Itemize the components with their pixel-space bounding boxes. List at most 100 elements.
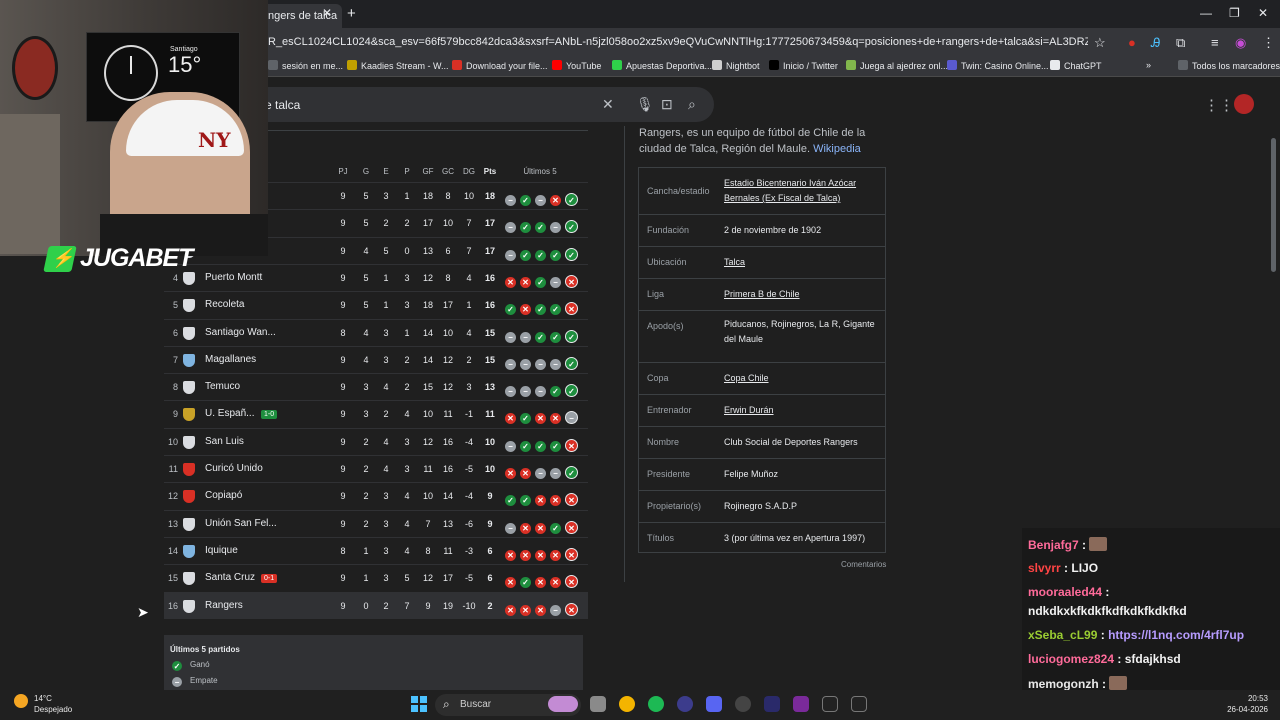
team-name[interactable]: Temuco [205, 381, 240, 392]
taskbar-weather-temp[interactable]: 14°C [34, 694, 52, 703]
menu-icon[interactable]: ⋮ [1262, 35, 1275, 51]
kp-fact-value[interactable]: Talca [724, 255, 884, 270]
window-close-icon[interactable]: ✕ [1258, 6, 1268, 20]
chat-username[interactable]: Benjafg7 [1028, 538, 1079, 552]
extensions-puzzle-icon[interactable]: ⧉ [1176, 35, 1185, 51]
form-result-loss-icon[interactable]: ✕ [565, 493, 578, 507]
form-result-draw-icon[interactable]: − [505, 440, 516, 452]
table-row[interactable]: 9 U. Españ... 1-0 9 3 2 4 10 11 -1 11 ✕ ✓ ✕ ✕ − [164, 400, 588, 427]
form-result-win-icon[interactable]: ✓ [550, 522, 561, 534]
page-scrollbar[interactable] [1271, 138, 1276, 272]
bookmark-item[interactable]: Kaadies Stream - W... [347, 60, 449, 71]
table-row[interactable]: 6 Santiago Wan... 8 4 3 1 14 10 4 15− − ✓ ✓ ✓ [164, 318, 588, 346]
team-name[interactable]: Rangers [205, 600, 243, 611]
form-result-draw-icon[interactable]: − [535, 468, 546, 479]
table-row[interactable]: 5 Recoleta 9 5 1 3 18 17 1 16 ✓ ✕ ✓ ✓ ✕ [164, 291, 588, 318]
form-result-loss-icon[interactable]: ✕ [565, 438, 578, 452]
form-result-draw-icon[interactable]: − [505, 249, 516, 261]
form-result-draw-icon[interactable]: − [550, 358, 561, 370]
form-result-win-icon[interactable]: ✓ [550, 440, 561, 452]
form-result-draw-icon[interactable]: − [505, 522, 516, 534]
kp-fact-value[interactable]: Estadio Bicentenario Iván Azócar Bernale… [724, 176, 884, 206]
table-row[interactable]: 8 Temuco 9 3 4 2 15 12 3 13− − − ✓ ✓ [164, 373, 588, 400]
form-result-loss-icon[interactable]: ✕ [520, 304, 531, 316]
form-result-loss-icon[interactable]: ✕ [550, 195, 561, 206]
form-result-draw-icon[interactable]: − [505, 195, 516, 206]
form-result-loss-icon[interactable]: ✕ [550, 549, 561, 561]
form-result-win-icon[interactable]: ✓ [520, 195, 531, 206]
form-result-loss-icon[interactable]: ✕ [505, 276, 516, 288]
table-row[interactable]: 13 Unión San Fel... 9 2 3 4 7 13 -6 9− ✕ ✕ ✓ ✕ [164, 509, 588, 537]
form-result-loss-icon[interactable]: ✕ [505, 549, 516, 561]
form-result-win-icon[interactable]: ✓ [535, 276, 546, 288]
form-result-draw-icon[interactable]: − [505, 386, 516, 398]
form-result-loss-icon[interactable]: ✕ [535, 549, 546, 561]
form-result-win-icon[interactable]: ✓ [550, 249, 561, 261]
form-result-win-icon[interactable]: ✓ [520, 222, 531, 234]
bookmark-item[interactable]: Juega al ajedrez onl... [846, 60, 948, 71]
bookmark-item[interactable]: Nightbot [712, 60, 760, 71]
form-result-draw-icon[interactable]: − [550, 222, 561, 234]
form-result-win-icon[interactable]: ✓ [565, 247, 578, 261]
form-result-win-icon[interactable]: ✓ [535, 440, 546, 452]
table-row[interactable]: 12 Copiapó 9 2 3 4 10 14 -4 9 ✓ ✓ ✕ ✕ ✕ [164, 482, 588, 509]
table-row[interactable]: 4 Puerto Montt 9 5 1 3 12 8 4 16 ✕ ✕ ✓ − ✕ [164, 263, 588, 291]
comments-link[interactable]: Comentarios [841, 560, 886, 569]
form-result-win-icon[interactable]: ✓ [550, 304, 561, 316]
minimize-icon[interactable]: — [1200, 6, 1212, 20]
bookmark-item[interactable]: YouTube [552, 60, 601, 71]
lens-icon[interactable]: ⊡ [661, 96, 673, 113]
form-result-loss-icon[interactable]: ✕ [520, 276, 531, 288]
chat-username[interactable]: mooraaled44 [1028, 585, 1102, 599]
search-query[interactable]: e talca [265, 98, 300, 112]
team-name[interactable]: Iquique [205, 545, 238, 556]
windows-start-icon[interactable] [411, 696, 427, 712]
form-result-draw-icon[interactable]: − [520, 358, 531, 370]
form-result-loss-icon[interactable]: ✕ [565, 547, 578, 561]
form-result-draw-icon[interactable]: − [505, 358, 516, 370]
table-row[interactable]: 16 Rangers 9 0 2 7 9 19 -10 2 ✕ ✕ ✕ − ✕ [164, 591, 588, 619]
spotify-icon[interactable] [648, 696, 664, 712]
form-result-draw-icon[interactable]: − [520, 331, 531, 343]
team-name[interactable]: Santa Cruz [205, 572, 255, 583]
form-result-win-icon[interactable]: ✓ [505, 495, 516, 507]
form-result-loss-icon[interactable]: ✕ [565, 520, 578, 534]
form-result-draw-icon[interactable]: − [535, 195, 546, 206]
app-icon-m[interactable] [822, 696, 838, 712]
form-result-loss-icon[interactable]: ✕ [565, 575, 578, 589]
form-result-win-icon[interactable]: ✓ [565, 356, 578, 370]
form-result-win-icon[interactable]: ✓ [505, 304, 516, 316]
form-result-loss-icon[interactable]: ✕ [520, 522, 531, 534]
media-icon[interactable]: ≡ [1211, 35, 1219, 50]
search-icon[interactable]: ⌕ [688, 96, 696, 113]
team-name[interactable]: Unión San Fel... [205, 518, 277, 529]
form-result-draw-icon[interactable]: − [550, 276, 561, 288]
chat-username[interactable]: memogonzh [1028, 677, 1099, 691]
form-result-win-icon[interactable]: ✓ [520, 413, 531, 425]
bookmark-item[interactable]: Apuestas Deportiva... [612, 60, 712, 71]
bookmarks-overflow-icon[interactable]: » [1146, 60, 1151, 70]
table-row[interactable]: 14 Iquique 8 1 3 4 8 11 -3 6 ✕ ✕ ✕ ✕ ✕ [164, 536, 588, 564]
team-name[interactable]: Recoleta [205, 299, 244, 310]
team-name[interactable]: Copiapó [205, 490, 242, 501]
chat-username[interactable]: xSeba_cL99 [1028, 628, 1097, 642]
team-name[interactable]: Magallanes [205, 354, 256, 365]
form-result-draw-icon[interactable]: − [550, 604, 561, 616]
team-name[interactable]: Curicó Unido [205, 463, 263, 474]
search-highlight-icon[interactable] [548, 696, 578, 712]
table-row[interactable]: 7 Magallanes 9 4 3 2 14 12 2 15− − − − ✓ [164, 345, 588, 373]
team-name[interactable]: Santiago Wan... [205, 327, 276, 338]
form-result-loss-icon[interactable]: ✕ [520, 468, 531, 479]
close-tab-icon[interactable]: ✕ [322, 6, 332, 20]
wikipedia-link[interactable]: Wikipedia [813, 143, 861, 155]
form-result-draw-icon[interactable]: − [550, 468, 561, 479]
kp-fact-value[interactable]: Erwin Durán [724, 403, 884, 418]
chat-username[interactable]: luciogomez824 [1028, 652, 1114, 666]
form-result-draw-icon[interactable]: − [565, 411, 578, 425]
chrome-icon[interactable] [619, 696, 635, 712]
file-explorer-icon[interactable] [590, 696, 606, 712]
form-result-win-icon[interactable]: ✓ [520, 495, 531, 507]
bookmark-item[interactable]: sesión en me... [268, 60, 343, 71]
form-result-win-icon[interactable]: ✓ [565, 220, 578, 234]
taskbar-search-placeholder[interactable]: Buscar [460, 699, 491, 710]
